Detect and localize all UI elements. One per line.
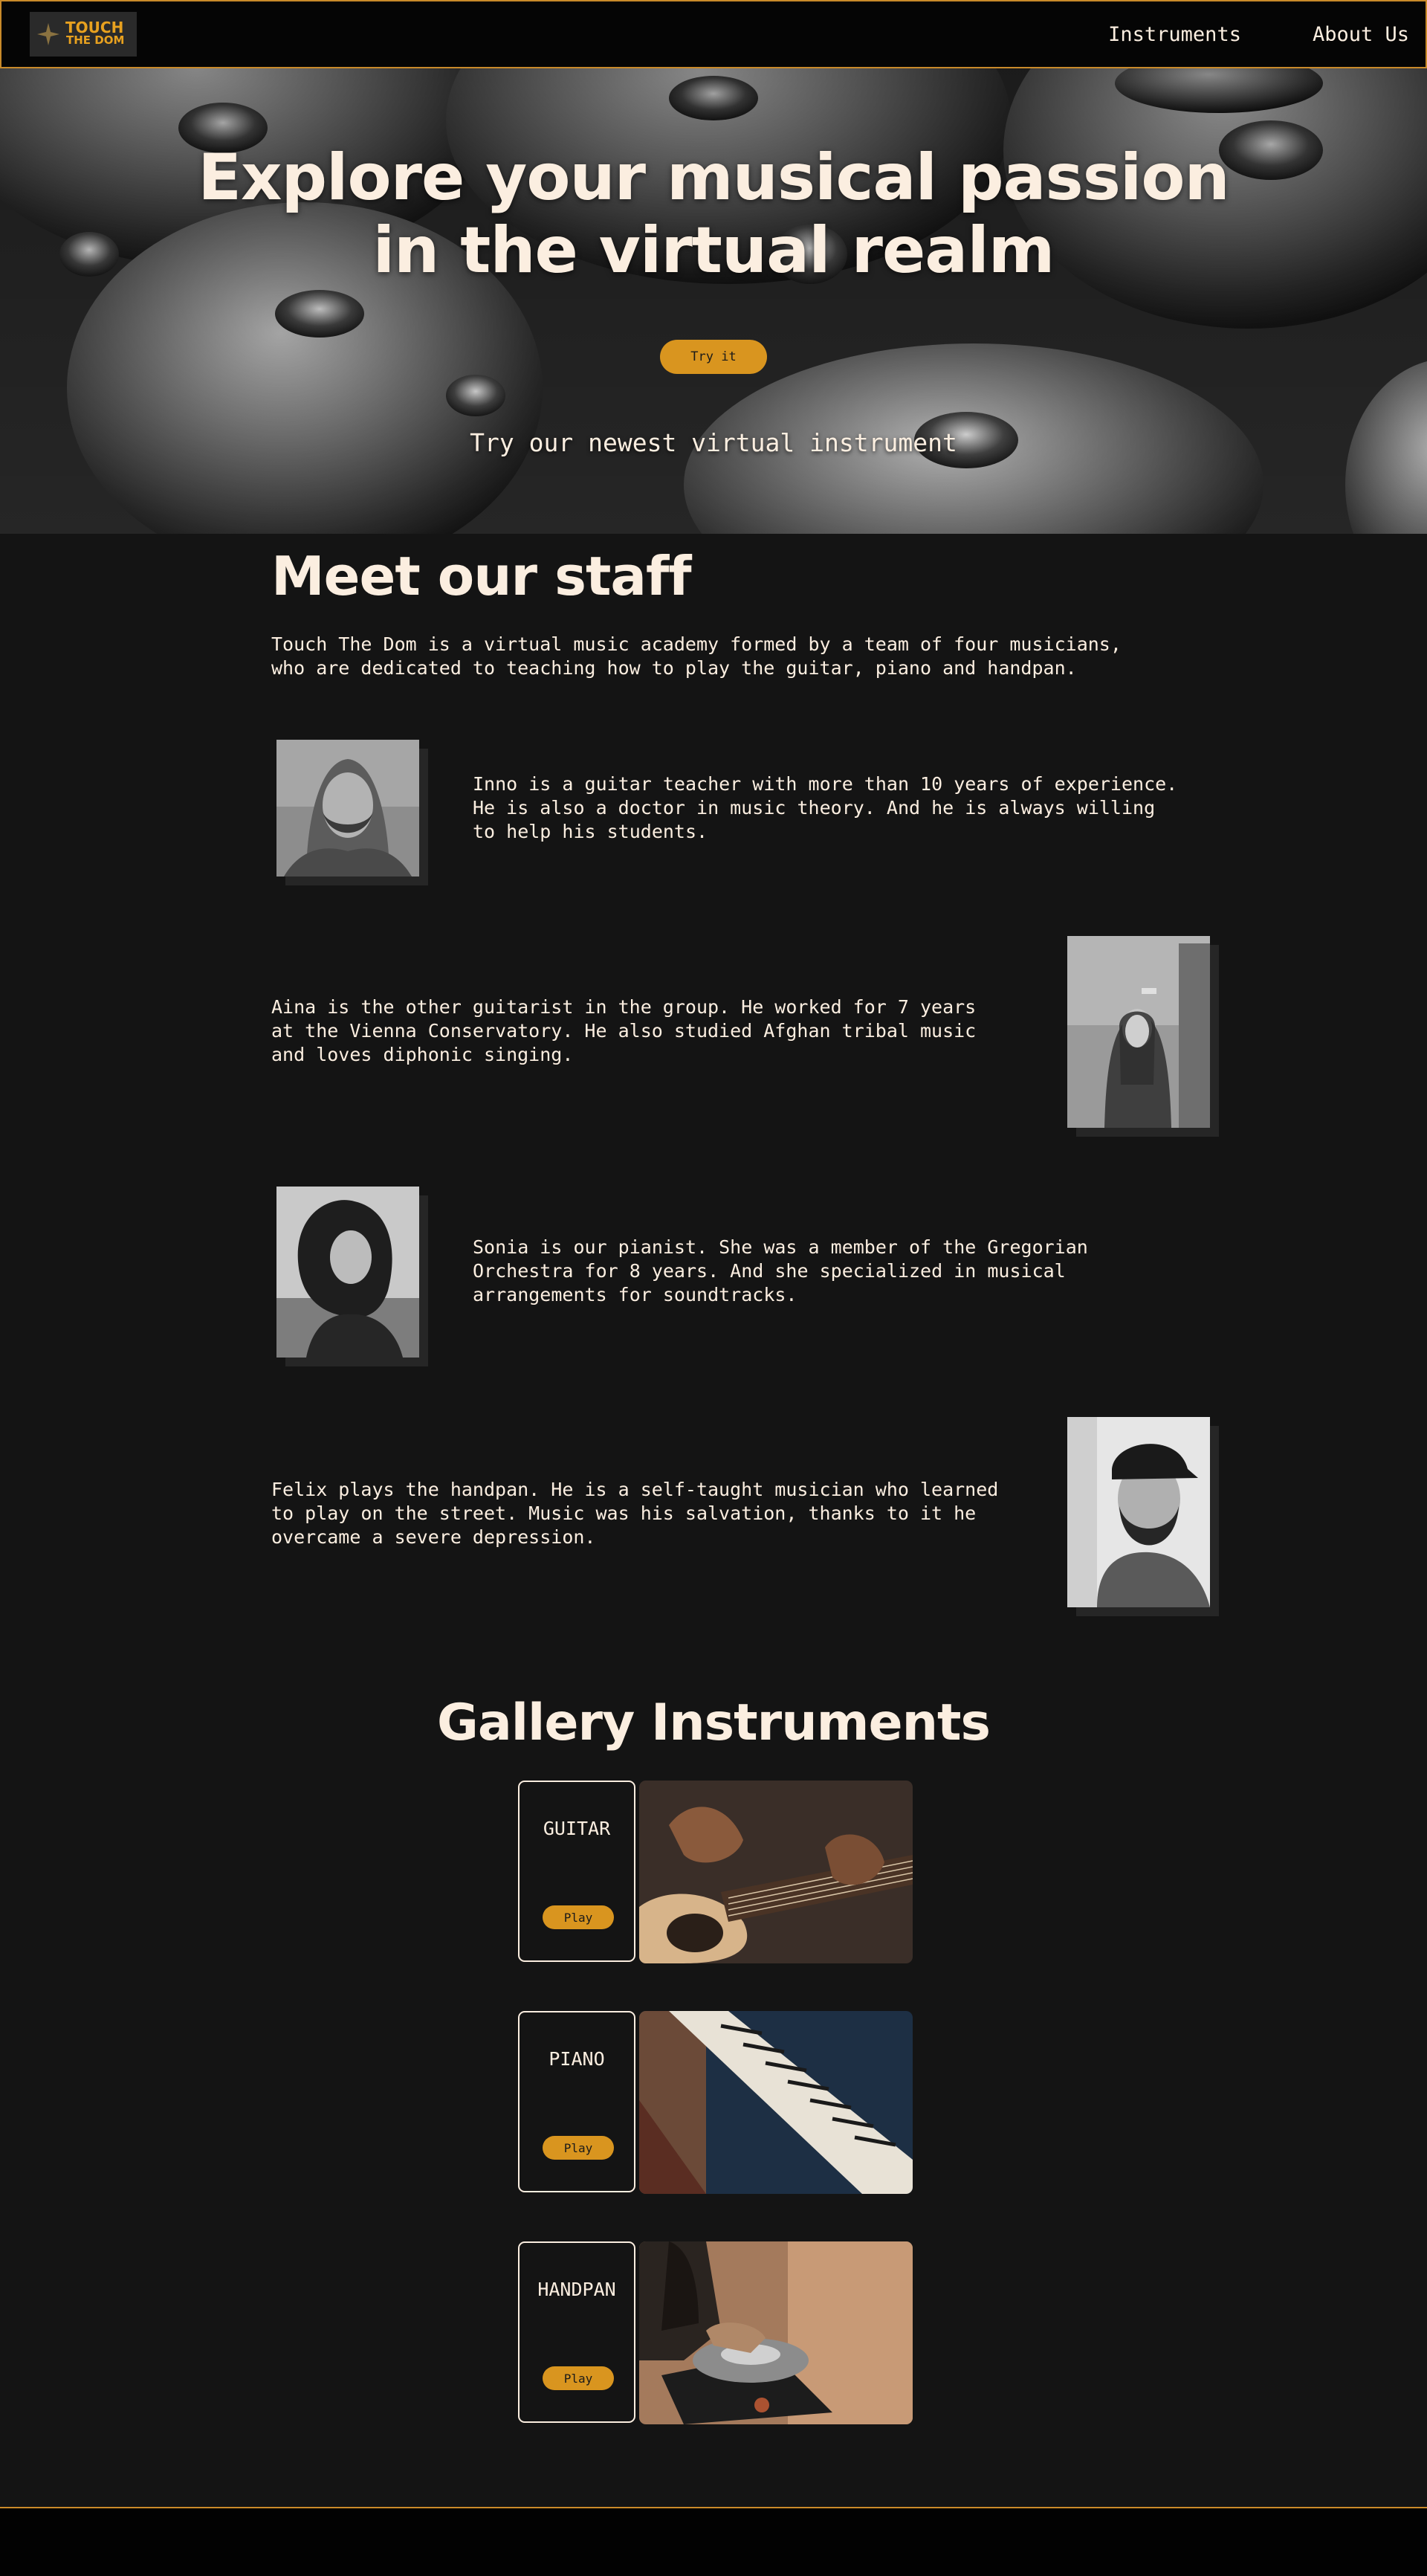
logo-star-icon xyxy=(37,23,59,45)
guitar-photo xyxy=(639,1781,913,1963)
staff-text-aina: Aina is the other guitarist in the group… xyxy=(271,996,977,1065)
staff-title: Meet our staff xyxy=(271,545,692,607)
logo-text: TOUCH THE DOM xyxy=(65,19,125,47)
staff-photo-inno xyxy=(276,740,428,885)
staff-photo-felix xyxy=(1067,1417,1219,1616)
hero-subtitle: Try our newest virtual instrument xyxy=(470,428,957,457)
gallery-card-handpan: HANDPAN Play xyxy=(518,2241,635,2423)
nav-link-instruments[interactable]: Instruments xyxy=(1108,23,1241,46)
handpan-image[interactable] xyxy=(639,2241,913,2424)
inno-portrait-image xyxy=(276,740,419,877)
handpan-photo xyxy=(639,2241,913,2424)
site-footer xyxy=(0,2507,1427,2576)
staff-text-felix: Felix plays the handpan. He is a self-ta… xyxy=(271,1479,999,1548)
hero-section: Explore your musical passion in the virt… xyxy=(0,68,1427,534)
play-handpan-button[interactable]: Play xyxy=(543,2366,614,2390)
hero-title: Explore your musical passion in the virt… xyxy=(0,141,1427,287)
logo-line-1: TOUCH xyxy=(65,19,124,36)
hero-title-line-1: Explore your musical passion xyxy=(198,141,1229,215)
guitar-image[interactable] xyxy=(639,1781,913,1963)
logo-line-2: THE DOM xyxy=(66,33,125,47)
play-guitar-button[interactable]: Play xyxy=(543,1905,614,1929)
staff-text-inno: Inno is a guitar teacher with more than … xyxy=(473,773,1178,842)
gallery-item-name: PIANO xyxy=(549,2048,605,2070)
nav-links: Instruments About Us xyxy=(1108,23,1409,46)
gallery-item-name: GUITAR xyxy=(543,1818,611,1839)
staff-text-sonia: Sonia is our pianist. She was a member o… xyxy=(473,1236,1088,1305)
hero-handpan-background-image xyxy=(0,68,1427,534)
staff-photo-aina xyxy=(1067,936,1219,1137)
piano-photo xyxy=(639,2011,913,2194)
site-logo[interactable]: TOUCH THE DOM xyxy=(30,12,137,57)
staff-photo-sonia xyxy=(276,1187,428,1366)
staff-intro: Touch The Dom is a virtual music academy… xyxy=(271,633,1122,679)
nav-link-about-us[interactable]: About Us xyxy=(1313,23,1409,46)
try-it-button[interactable]: Try it xyxy=(660,340,767,374)
top-nav: TOUCH THE DOM Instruments About Us xyxy=(0,0,1427,68)
aina-portrait-image xyxy=(1067,936,1210,1128)
felix-portrait-image xyxy=(1067,1417,1210,1607)
gallery-item-name: HANDPAN xyxy=(537,2279,616,2300)
piano-image[interactable] xyxy=(639,2011,913,2194)
gallery-title: Gallery Instruments xyxy=(437,1694,991,1752)
gallery-card-guitar: GUITAR Play xyxy=(518,1781,635,1962)
play-piano-button[interactable]: Play xyxy=(543,2136,614,2160)
gallery-card-piano: PIANO Play xyxy=(518,2011,635,2192)
hero-title-line-2: in the virtual realm xyxy=(372,213,1055,288)
sonia-portrait-image xyxy=(276,1187,419,1358)
